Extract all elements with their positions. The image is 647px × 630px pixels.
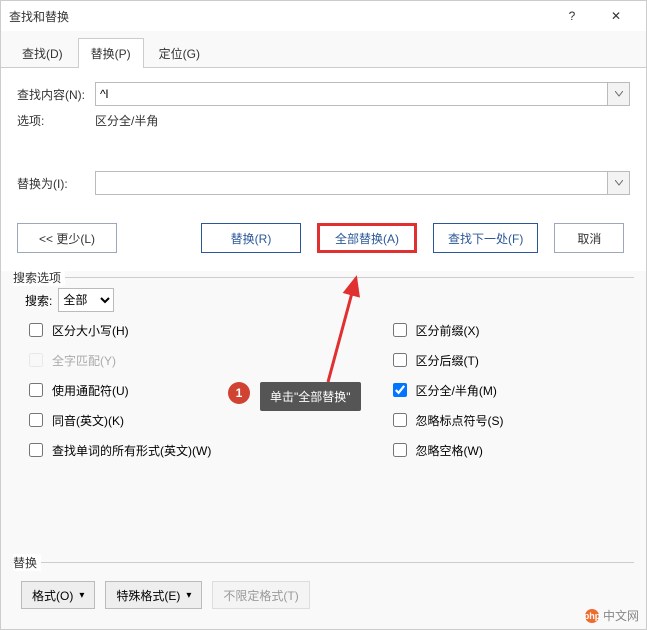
match-width-checkbox[interactable]: 区分全/半角(M) bbox=[389, 380, 623, 400]
cancel-button[interactable]: 取消 bbox=[554, 223, 624, 253]
tab-strip: 查找(D) 替换(P) 定位(G) bbox=[1, 31, 646, 68]
replace-input[interactable] bbox=[95, 171, 608, 195]
replace-format-group: 替换 格式(O) ▾ 特殊格式(E) ▾ 不限定格式(T) bbox=[13, 562, 634, 617]
replace-format-legend: 替换 bbox=[13, 554, 41, 571]
chevron-down-icon: ▾ bbox=[79, 590, 84, 601]
sounds-like-checkbox[interactable]: 同音(英文)(K) bbox=[25, 410, 259, 430]
find-history-dropdown[interactable] bbox=[608, 82, 630, 106]
replace-history-dropdown[interactable] bbox=[608, 171, 630, 195]
ignore-space-checkbox[interactable]: 忽略空格(W) bbox=[389, 440, 623, 460]
less-button[interactable]: << 更少(L) bbox=[17, 223, 117, 253]
search-direction-row: 搜索: 全部 bbox=[25, 288, 630, 312]
replace-label: 替换为(I): bbox=[17, 175, 95, 192]
wildcards-checkbox[interactable]: 使用通配符(U) bbox=[25, 380, 259, 400]
tab-find[interactable]: 查找(D) bbox=[9, 38, 76, 68]
watermark-text: 中文网 bbox=[603, 607, 639, 624]
options-label: 选项: bbox=[17, 112, 95, 129]
find-replace-dialog: 查找和替换 ? ✕ 查找(D) 替换(P) 定位(G) 查找内容(N): 选项:… bbox=[0, 0, 647, 630]
annotation-tooltip: 单击"全部替换" bbox=[260, 382, 361, 411]
search-direction-label: 搜索: bbox=[25, 292, 52, 309]
search-direction-select[interactable]: 全部 bbox=[58, 288, 114, 312]
bottom-section: 替换 格式(O) ▾ 特殊格式(E) ▾ 不限定格式(T) bbox=[1, 562, 646, 629]
ignore-punct-checkbox[interactable]: 忽略标点符号(S) bbox=[389, 410, 623, 430]
close-button[interactable]: ✕ bbox=[594, 2, 638, 30]
main-panel: 查找内容(N): 选项: 区分全/半角 替换为(I): bbox=[1, 68, 646, 213]
titlebar: 查找和替换 ? ✕ bbox=[1, 1, 646, 31]
replace-all-button[interactable]: 全部替换(A) bbox=[317, 223, 417, 253]
checkbox-col-left: 区分大小写(H) 全字匹配(Y) 使用通配符(U) 同音(英文)(K) 查找单词… bbox=[25, 320, 259, 460]
annotation-badge: 1 bbox=[228, 382, 250, 404]
options-value: 区分全/半角 bbox=[95, 112, 158, 129]
button-bar: << 更少(L) 替换(R) 全部替换(A) 查找下一处(F) 取消 bbox=[1, 213, 646, 271]
options-row: 选项: 区分全/半角 bbox=[17, 112, 630, 129]
watermark: php 中文网 bbox=[585, 607, 639, 624]
no-format-button: 不限定格式(T) bbox=[212, 581, 309, 609]
tab-replace[interactable]: 替换(P) bbox=[78, 38, 144, 68]
whole-word-checkbox: 全字匹配(Y) bbox=[25, 350, 259, 370]
find-label: 查找内容(N): bbox=[17, 86, 95, 103]
replace-button[interactable]: 替换(R) bbox=[201, 223, 301, 253]
all-forms-checkbox[interactable]: 查找单词的所有形式(英文)(W) bbox=[25, 440, 259, 460]
window-title: 查找和替换 bbox=[9, 8, 550, 25]
chevron-down-icon bbox=[615, 180, 623, 186]
find-row: 查找内容(N): bbox=[17, 82, 630, 106]
format-button-bar: 格式(O) ▾ 特殊格式(E) ▾ 不限定格式(T) bbox=[17, 573, 630, 613]
search-options-group: 搜索选项 搜索: 全部 区分大小写(H) 全字匹配(Y) 使用通配符(U) 同音… bbox=[13, 277, 634, 464]
help-button[interactable]: ? bbox=[550, 2, 594, 30]
tab-goto[interactable]: 定位(G) bbox=[146, 38, 213, 68]
match-case-checkbox[interactable]: 区分大小写(H) bbox=[25, 320, 259, 340]
format-menu-button[interactable]: 格式(O) ▾ bbox=[21, 581, 95, 609]
replace-row: 替换为(I): bbox=[17, 171, 630, 195]
chevron-down-icon bbox=[615, 91, 623, 97]
find-input[interactable] bbox=[95, 82, 608, 106]
special-menu-button[interactable]: 特殊格式(E) ▾ bbox=[105, 581, 202, 609]
watermark-logo: php bbox=[585, 609, 599, 623]
match-prefix-checkbox[interactable]: 区分前缀(X) bbox=[389, 320, 623, 340]
find-next-button[interactable]: 查找下一处(F) bbox=[433, 223, 538, 253]
match-suffix-checkbox[interactable]: 区分后缀(T) bbox=[389, 350, 623, 370]
search-options-legend: 搜索选项 bbox=[13, 269, 65, 286]
chevron-down-icon: ▾ bbox=[186, 590, 191, 601]
